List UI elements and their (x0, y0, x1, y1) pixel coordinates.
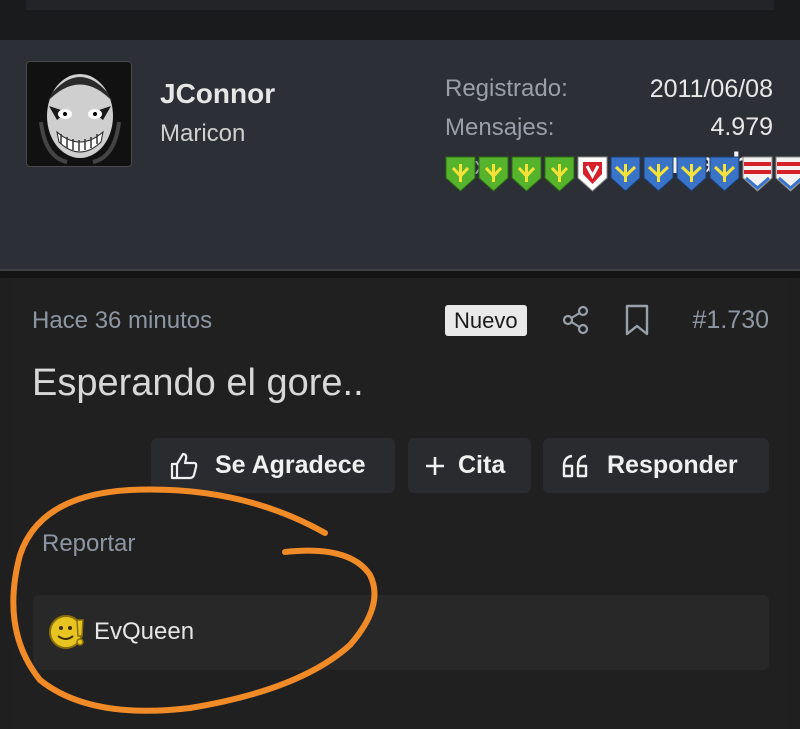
liker-avatar-icon[interactable] (48, 612, 88, 652)
green-shield-badge-icon[interactable] (445, 156, 476, 192)
striped-shield-badge-icon[interactable] (775, 156, 800, 192)
thumbs-up-icon (170, 452, 198, 479)
username[interactable]: JConnor (160, 78, 275, 110)
red-shield-badge-icon[interactable] (577, 156, 608, 192)
user-avatar[interactable] (26, 61, 132, 167)
striped-shield-badge-icon[interactable] (742, 156, 773, 192)
top-bar-inner (26, 0, 774, 10)
thanks-label: Se Agradece (215, 451, 366, 479)
post-message: Esperando el gore.. (32, 362, 364, 404)
stat-label-registered: Registrado: (445, 75, 568, 102)
report-link[interactable]: Reportar (42, 530, 135, 558)
avatar-image (27, 62, 131, 166)
cite-button[interactable]: Cita (408, 438, 531, 493)
blue-shield-badge-icon[interactable] (643, 156, 674, 192)
trophy-badges (445, 156, 800, 192)
blue-shield-badge-icon[interactable] (709, 156, 740, 192)
blue-shield-badge-icon[interactable] (676, 156, 707, 192)
green-shield-badge-icon[interactable] (478, 156, 509, 192)
bookmark-icon[interactable] (623, 304, 651, 336)
stat-value-registered: 2011/06/08 (649, 75, 773, 103)
cite-label: Cita (458, 451, 506, 479)
stat-label-messages: Mensajes: (445, 114, 555, 141)
stat-value-messages: 4.979 (710, 113, 773, 141)
green-shield-badge-icon[interactable] (544, 156, 575, 192)
share-icon[interactable] (561, 305, 591, 335)
reply-label: Responder (607, 451, 738, 479)
blue-shield-badge-icon[interactable] (610, 156, 641, 192)
green-shield-badge-icon[interactable] (511, 156, 542, 192)
post-time[interactable]: Hace 36 minutos (32, 307, 212, 335)
top-bar (0, 0, 800, 40)
liker-name[interactable]: EvQueen (94, 618, 194, 646)
plus-icon (426, 456, 444, 475)
reply-button[interactable]: Responder (543, 438, 769, 493)
post-number[interactable]: #1.730 (693, 306, 769, 335)
thanks-button[interactable]: Se Agradece (151, 438, 395, 493)
quote-icon (562, 454, 588, 477)
new-badge: Nuevo (445, 305, 527, 336)
user-title: Maricon (160, 120, 246, 147)
